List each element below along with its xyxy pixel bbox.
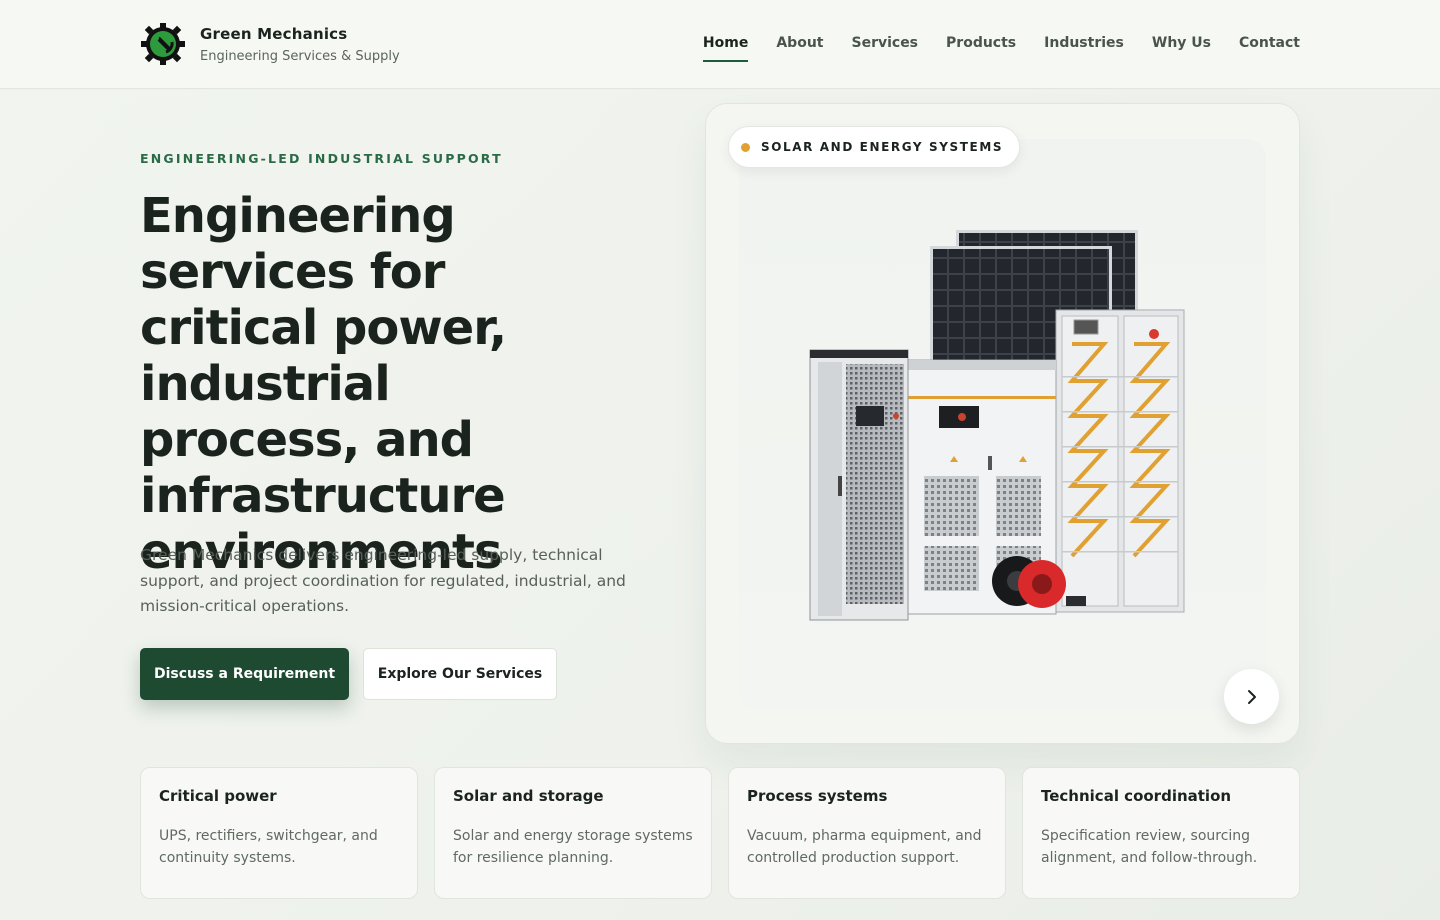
feature-description: UPS, rectifiers, switchgear, and continu… (159, 828, 378, 866)
site-header: Green Mechanics Engineering Services & S… (0, 0, 1440, 89)
feature-title: Process systems (747, 787, 888, 805)
category-tag-label: SOLAR AND ENERGY SYSTEMS (761, 140, 1004, 154)
feature-card-process-systems[interactable]: Process systems Vacuum, pharma equipment… (728, 767, 1006, 899)
feature-description: Vacuum, pharma equipment, and controlled… (747, 828, 982, 866)
nav-products[interactable]: Products (946, 35, 1016, 61)
product-showcase-card: SOLAR AND ENERGY SYSTEMS (705, 103, 1300, 744)
feature-description: Specification review, sourcing alignment… (1041, 828, 1258, 866)
feature-card-solar-storage[interactable]: Solar and storage Solar and energy stora… (434, 767, 712, 899)
feature-description: Solar and energy storage systems for res… (453, 828, 693, 866)
hero-headline: Engineering services for critical power,… (140, 188, 507, 580)
feature-title: Critical power (159, 787, 277, 805)
chevron-right-icon (1247, 689, 1256, 704)
brand[interactable]: Green Mechanics Engineering Services & S… (140, 22, 400, 66)
nav-industries[interactable]: Industries (1044, 35, 1124, 61)
solar-energy-system-image (809, 230, 1185, 621)
gear-wrench-logo-icon (141, 23, 185, 65)
main-nav: Home About Services Products Industries … (675, 35, 1300, 62)
feature-title: Solar and storage (453, 787, 604, 805)
next-slide-button[interactable] (1224, 669, 1279, 724)
explore-services-button[interactable]: Explore Our Services (363, 648, 557, 700)
feature-card-critical-power[interactable]: Critical power UPS, rectifiers, switchge… (140, 767, 418, 899)
hero-eyebrow: ENGINEERING-LED INDUSTRIAL SUPPORT (140, 151, 503, 166)
tag-dot-icon (741, 142, 750, 152)
nav-about[interactable]: About (776, 35, 823, 61)
hero-lead: Green Mechanics delivers engineering-led… (140, 546, 626, 615)
discuss-requirement-button[interactable]: Discuss a Requirement (140, 648, 349, 700)
nav-services[interactable]: Services (851, 35, 918, 61)
brand-name: Green Mechanics (200, 24, 348, 43)
feature-card-technical-coordination[interactable]: Technical coordination Specification rev… (1022, 767, 1300, 899)
nav-home[interactable]: Home (702, 35, 749, 62)
nav-why-us[interactable]: Why Us (1152, 35, 1211, 61)
nav-contact[interactable]: Contact (1239, 35, 1300, 61)
brand-tagline: Engineering Services & Supply (200, 48, 400, 64)
category-tag: SOLAR AND ENERGY SYSTEMS (728, 126, 1021, 168)
feature-title: Technical coordination (1041, 787, 1232, 805)
